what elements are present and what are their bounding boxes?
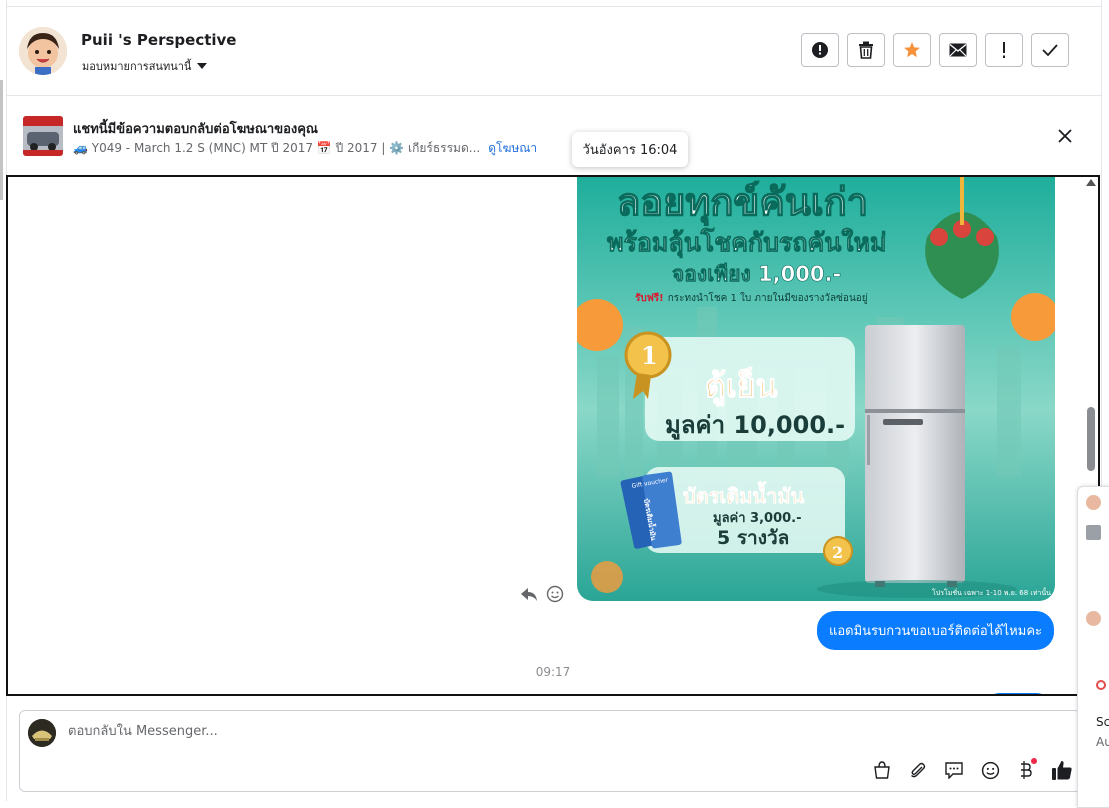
side-thumbnail xyxy=(1086,525,1101,540)
contact-avatar[interactable] xyxy=(19,27,67,75)
prize1-rank: 1 xyxy=(641,341,658,370)
next-message-bubble[interactable] xyxy=(982,693,1054,694)
thumbs-up-icon xyxy=(1052,761,1072,780)
ad-reply-banner: แชทนี้มีข้อความตอบกลับต่อโฆษณาของคุณ 🚙 Y… xyxy=(6,96,1101,174)
prize2-name: บัตรเติมน้ำมัน xyxy=(683,481,805,508)
side-avatar xyxy=(1086,495,1101,510)
reply-icon[interactable] xyxy=(520,586,538,602)
attach-button[interactable] xyxy=(906,758,930,782)
side-ribbon-icon xyxy=(1096,680,1106,690)
ad-reply-title: แชทนี้มีข้อความตอบกลับต่อโฆษณาของคุณ xyxy=(73,122,318,137)
paperclip-icon xyxy=(911,762,926,778)
report-spam-button[interactable] xyxy=(801,33,839,67)
checkmark-icon xyxy=(1042,44,1058,56)
message-timestamp: 09:17 xyxy=(535,665,571,679)
exclamation-icon xyxy=(1003,42,1005,58)
close-icon xyxy=(1058,129,1072,143)
emoji-icon xyxy=(981,761,999,779)
payment-button[interactable] xyxy=(1014,758,1038,782)
page-avatar xyxy=(28,719,56,747)
ad-headline-1: ลอยทุกข์คันเก่า xyxy=(617,180,868,226)
star-icon xyxy=(904,42,920,58)
composer-toolbar xyxy=(870,758,1074,782)
message-input[interactable] xyxy=(66,723,770,740)
ad-freebie: รับฟรี! กระทงนำโชค 1 ใบ ภายในมีของรางวัลซ… xyxy=(635,291,868,304)
ad-meta-text: 🚙 Y049 - March 1.2 S (MNC) MT ปี 2017 📅 … xyxy=(73,141,481,155)
message-thread[interactable]: ลอยทุกข์คันเก่า พร้อมลุ้นโชคกับรถคันใหม่… xyxy=(6,175,1100,696)
message-tools xyxy=(520,585,564,603)
message-time-tooltip: วันอังคาร 16:04 xyxy=(572,132,688,167)
ad-image-message[interactable]: ลอยทุกข์คันเก่า พร้อมลุ้นโชคกับรถคันใหม่… xyxy=(577,177,1055,601)
side-avatar-2 xyxy=(1086,611,1101,626)
reply-composer xyxy=(19,710,1081,792)
like-button[interactable] xyxy=(1050,758,1074,782)
ad-freebie-prefix: รับฟรี! xyxy=(635,292,664,304)
assign-conversation-dropdown[interactable]: มอบหมายการสนทนานี้ xyxy=(82,57,208,75)
alert-circle-icon xyxy=(812,42,828,58)
scroll-thumb[interactable] xyxy=(1087,407,1095,471)
prize1-name: ตู้เย็น xyxy=(705,366,777,407)
ad-headline-2: พร้อมลุ้นโชคกับรถคันใหม่ xyxy=(607,227,886,259)
side-text-1: Sc xyxy=(1096,715,1109,729)
envelope-icon xyxy=(949,43,967,57)
smiley-icon[interactable] xyxy=(546,585,564,603)
notification-dot xyxy=(1031,758,1037,764)
mark-done-button[interactable] xyxy=(1031,33,1069,67)
prize2-value: มูลค่า 3,000.- xyxy=(713,511,802,526)
view-ad-link[interactable]: ดูโฆษณา xyxy=(488,139,537,158)
ad-headline-3: จองเพียง 1,000.- xyxy=(672,262,841,286)
chat-bubble-icon xyxy=(945,762,963,779)
contact-name: Puii 's Perspective xyxy=(81,31,237,49)
saved-replies-button[interactable] xyxy=(942,758,966,782)
prize2-count: 5 รางวัล xyxy=(717,527,789,549)
side-panel[interactable]: Sc Au xyxy=(1077,486,1109,808)
mark-important-button[interactable] xyxy=(985,33,1023,67)
shopping-bag-icon xyxy=(874,761,890,779)
delete-button[interactable] xyxy=(847,33,885,67)
caret-down-icon xyxy=(197,63,208,69)
prize2-rank: 2 xyxy=(832,543,843,562)
shopping-bag-button[interactable] xyxy=(870,758,894,782)
left-scrollbar[interactable] xyxy=(0,80,3,200)
ad-thumbnail[interactable] xyxy=(23,116,63,156)
prize1-value: มูลค่า 10,000.- xyxy=(665,411,845,440)
sent-message-bubble[interactable]: แอดมินรบกวนขอเบอร์ติดต่อได้ไหมคะ xyxy=(816,611,1054,650)
scroll-up-icon[interactable] xyxy=(1086,179,1096,186)
ad-freebie-text: กระทงนำโชค 1 ใบ ภายในมีของรางวัลซ่อนอยู่ xyxy=(668,291,868,304)
star-button[interactable] xyxy=(893,33,931,67)
header-actions xyxy=(801,33,1069,67)
emoji-button[interactable] xyxy=(978,758,1002,782)
close-banner-button[interactable] xyxy=(1056,127,1074,145)
assign-label: มอบหมายการสนทนานี้ xyxy=(82,60,192,73)
mark-unread-button[interactable] xyxy=(939,33,977,67)
trash-icon xyxy=(859,41,873,59)
ad-details: 🚙 Y049 - March 1.2 S (MNC) MT ปี 2017 📅 … xyxy=(73,139,537,158)
side-text-2: Au xyxy=(1096,735,1109,749)
conversation-header: Puii 's Perspective มอบหมายการสนทนานี้ xyxy=(6,6,1101,96)
